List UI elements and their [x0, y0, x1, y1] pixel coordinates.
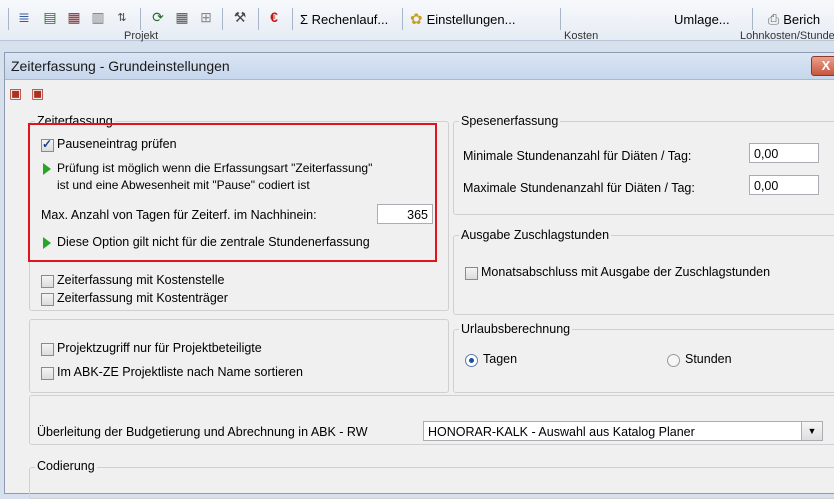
column-header-lohnkosten: Lohnkosten/Stunde: [740, 30, 834, 42]
toolbar-separator: [402, 8, 403, 30]
projektzugriff-label: Projektzugriff nur für Projektbeteiligte: [57, 341, 262, 355]
toolbar-separator: [258, 8, 259, 30]
settings-coins-icon: ✿: [410, 11, 423, 28]
codierung-group-title: Codierung: [35, 459, 97, 473]
monatsabschluss-label: Monatsabschluss mit Ausgabe der Zuschlag…: [481, 265, 771, 279]
spesen-group-title: Spesenerfassung: [459, 114, 561, 128]
tree-icon[interactable]: ⊞: [196, 8, 216, 26]
bericht-button[interactable]: ⎙ Berich: [768, 8, 820, 30]
toolbar-separator: [560, 8, 561, 30]
grid-edit-icon[interactable]: ▦: [172, 8, 192, 26]
umlage-button[interactable]: Umlage...: [674, 8, 730, 30]
indent-icon[interactable]: ≣: [14, 8, 34, 26]
refresh-icon[interactable]: ⟳: [148, 8, 168, 26]
radio-dot-icon: [469, 358, 474, 363]
monatsabschluss-checkbox[interactable]: [465, 267, 478, 280]
chevron-down-icon[interactable]: ▼: [801, 422, 822, 440]
bericht-label: Berich: [783, 11, 821, 27]
dialog-titlebar: Zeiterfassung - Grundeinstellungen X: [5, 53, 834, 80]
rechenlauf-button[interactable]: Σ Rechenlauf...: [300, 8, 388, 30]
projekt-group: [29, 319, 449, 393]
close-button[interactable]: X: [811, 56, 834, 76]
kostentraeger-checkbox[interactable]: [41, 293, 54, 306]
kostenstelle-label: Zeiterfassung mit Kostenstelle: [57, 273, 225, 287]
copy-icon[interactable]: ▣: [31, 85, 44, 102]
tagen-radio[interactable]: [465, 354, 478, 367]
highlight-frame: [28, 123, 437, 262]
kostenstelle-checkbox[interactable]: [41, 275, 54, 288]
app-toolbar: ≣ ▤ ▦ ▥ ⇅ ⟳ ▦ ⊞ ⚒ € Σ Rechenlauf... ✿ Ei…: [0, 0, 834, 42]
toolbar-separator: [140, 8, 141, 30]
toolbar-separator: [222, 8, 223, 30]
projektzugriff-checkbox[interactable]: [41, 343, 54, 356]
spesen-min-input[interactable]: 0,00: [749, 143, 819, 163]
euro-icon[interactable]: €: [264, 8, 284, 26]
toolbar-separator: [292, 8, 293, 30]
einstellungen-button[interactable]: ✿ Einstellungen...: [410, 8, 515, 30]
spesen-group: [453, 121, 834, 215]
stunden-label: Stunden: [685, 352, 732, 366]
table-icon[interactable]: ▥: [88, 8, 108, 26]
ueberleitung-label: Überleitung der Budgetierung und Abrechn…: [37, 425, 368, 439]
stunden-radio[interactable]: [667, 354, 680, 367]
urlaub-group-title: Urlaubsberechnung: [459, 322, 573, 336]
einstellungen-label: Einstellungen...: [426, 11, 516, 27]
list-edit-icon[interactable]: ▤: [40, 8, 60, 26]
ueberleitung-select[interactable]: HONORAR-KALK - Auswahl aus Katalog Plane…: [423, 421, 823, 441]
toolbar-separator: [8, 8, 9, 30]
tagen-label: Tagen: [483, 352, 518, 366]
codierung-group: [29, 467, 834, 499]
save-copy-icon[interactable]: ▣: [9, 85, 22, 102]
zuschlag-group-title: Ausgabe Zuschlagstunden: [459, 228, 612, 242]
column-header-projekt: Projekt: [124, 30, 159, 42]
spesen-max-label: Maximale Stundenanzahl für Diäten / Tag:: [463, 181, 695, 195]
sort-numeric-icon[interactable]: ⇅: [112, 8, 132, 26]
tools-icon[interactable]: ⚒: [230, 8, 250, 26]
settings-dialog: Zeiterfassung - Grundeinstellungen X ▣ ▣…: [4, 52, 834, 499]
toolbar-separator: [752, 8, 753, 30]
grid-icon[interactable]: ▦: [64, 8, 84, 26]
kostentraeger-label: Zeiterfassung mit Kostenträger: [57, 291, 228, 305]
spesen-max-input[interactable]: 0,00: [749, 175, 819, 195]
sortieren-label: Im ABK-ZE Projektliste nach Name sortier…: [57, 365, 303, 379]
dialog-title: Zeiterfassung - Grundeinstellungen: [11, 58, 230, 74]
spesen-min-label: Minimale Stundenanzahl für Diäten / Tag:: [463, 149, 692, 163]
column-header-kosten: Kosten: [564, 30, 599, 42]
printer-icon: ⎙: [768, 10, 780, 27]
sortieren-checkbox[interactable]: [41, 367, 54, 380]
